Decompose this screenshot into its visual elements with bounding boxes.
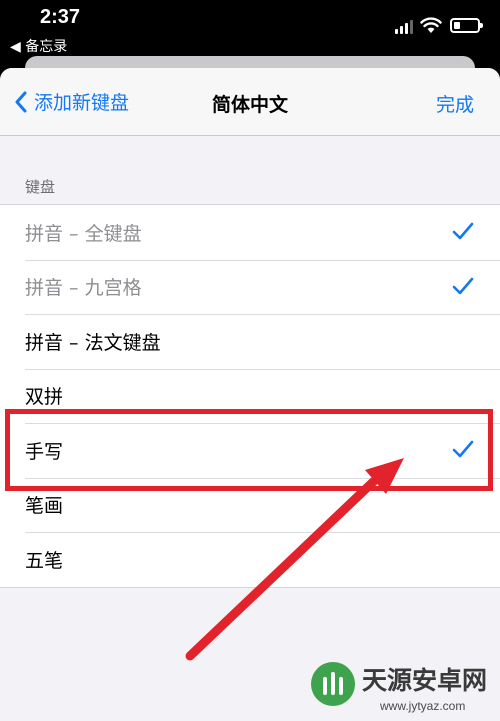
row-label: 笔画 (25, 495, 64, 518)
battery-icon (450, 18, 483, 33)
done-button[interactable]: 完成 (436, 90, 474, 117)
row-label: 手写 (25, 440, 64, 463)
keyboard-row-handwriting[interactable]: 手写 (0, 423, 500, 478)
wifi-icon (420, 17, 442, 33)
keyboard-settings-sheet: 添加新键盘 简体中文 完成 键盘 拼音 – 全键盘 拼音 – 九宫格 拼音 – … (0, 68, 500, 721)
section-header: 键盘 (25, 178, 56, 196)
navigation-bar: 添加新键盘 简体中文 完成 (0, 68, 500, 136)
cellular-signal-icon (395, 20, 413, 34)
row-label: 拼音 – 全键盘 (25, 222, 142, 245)
row-label: 双拼 (25, 386, 64, 409)
checkmark-icon (452, 277, 474, 294)
keyboard-row-shuangpin[interactable]: 双拼 (0, 368, 500, 424)
watermark-name: 天源安卓网 (362, 666, 488, 695)
keyboard-row-pinyin-qwerty[interactable]: 拼音 – 全键盘 (0, 205, 500, 260)
keyboard-row-pinyin-9key[interactable]: 拼音 – 九宫格 (0, 259, 500, 315)
keyboard-row-stroke[interactable]: 笔画 (0, 477, 500, 533)
row-label: 拼音 – 九宫格 (25, 277, 142, 300)
row-label: 拼音 – 法文键盘 (25, 331, 161, 354)
watermark: 天源安卓网 www.jytyaz.com (300, 655, 500, 721)
status-bar: 2:37 ◀ 备忘录 (0, 0, 500, 58)
keyboard-list: 拼音 – 全键盘 拼音 – 九宫格 拼音 – 法文键盘 双拼 手写 笔画 五笔 (0, 204, 500, 588)
site-logo-icon (311, 662, 355, 706)
row-label: 五笔 (25, 549, 64, 572)
status-time: 2:37 (40, 6, 81, 28)
checkmark-icon (452, 222, 474, 240)
back-to-app-link[interactable]: ◀ 备忘录 (10, 36, 67, 56)
keyboard-row-pinyin-azerty[interactable]: 拼音 – 法文键盘 (0, 314, 500, 369)
keyboard-row-wubi[interactable]: 五笔 (0, 532, 500, 587)
checkmark-icon (452, 440, 474, 458)
page-title: 简体中文 (211, 94, 288, 116)
watermark-url: www.jytyaz.com (380, 699, 466, 713)
